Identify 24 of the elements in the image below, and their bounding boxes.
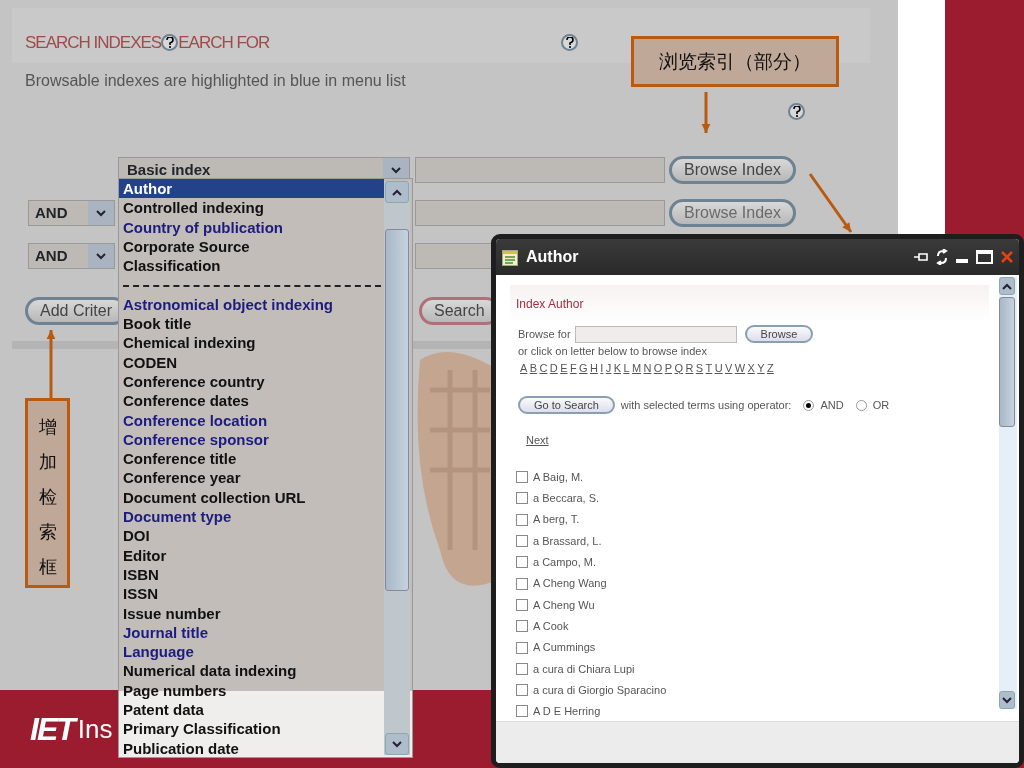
info-text: Browsable indexes are highlighted in blue in menu list xyxy=(25,71,406,91)
term-label: A Cummings xyxy=(533,640,596,656)
radio-label: AND xyxy=(820,397,844,413)
callout-label: 浏览索引（部分） xyxy=(631,36,839,87)
term-label: A Cheng Wang xyxy=(533,576,607,592)
field-label: Browse for xyxy=(518,326,571,342)
section-heading: SEARCH INDEXES xyxy=(25,32,162,54)
term-label: A Baig, M. xyxy=(533,469,584,485)
term-label: A Cook xyxy=(533,618,569,634)
window-title: Author xyxy=(526,247,579,267)
term-label: a cura di Chiara Lupi xyxy=(533,661,635,677)
term-label: a Campo, M. xyxy=(533,555,596,571)
hint-text: or click on letter below to browse index xyxy=(518,344,708,359)
term-label: A D E Herring xyxy=(533,704,601,720)
section-heading: EARCH FOR xyxy=(178,32,270,54)
operator-label: with selected terms using operator: xyxy=(620,397,792,413)
term-label: a cura di Giorgio Sparacino xyxy=(533,682,667,698)
term-label: A Cheng Wu xyxy=(533,597,595,613)
logo-text: Ins xyxy=(77,712,113,746)
term-label: a Brassard, L. xyxy=(533,533,602,549)
term-label: A berg, T. xyxy=(533,512,580,528)
callout-label: 增加检索框 xyxy=(38,415,57,580)
term-label: a Beccara, S. xyxy=(533,491,600,507)
radio-label: OR xyxy=(872,397,890,413)
